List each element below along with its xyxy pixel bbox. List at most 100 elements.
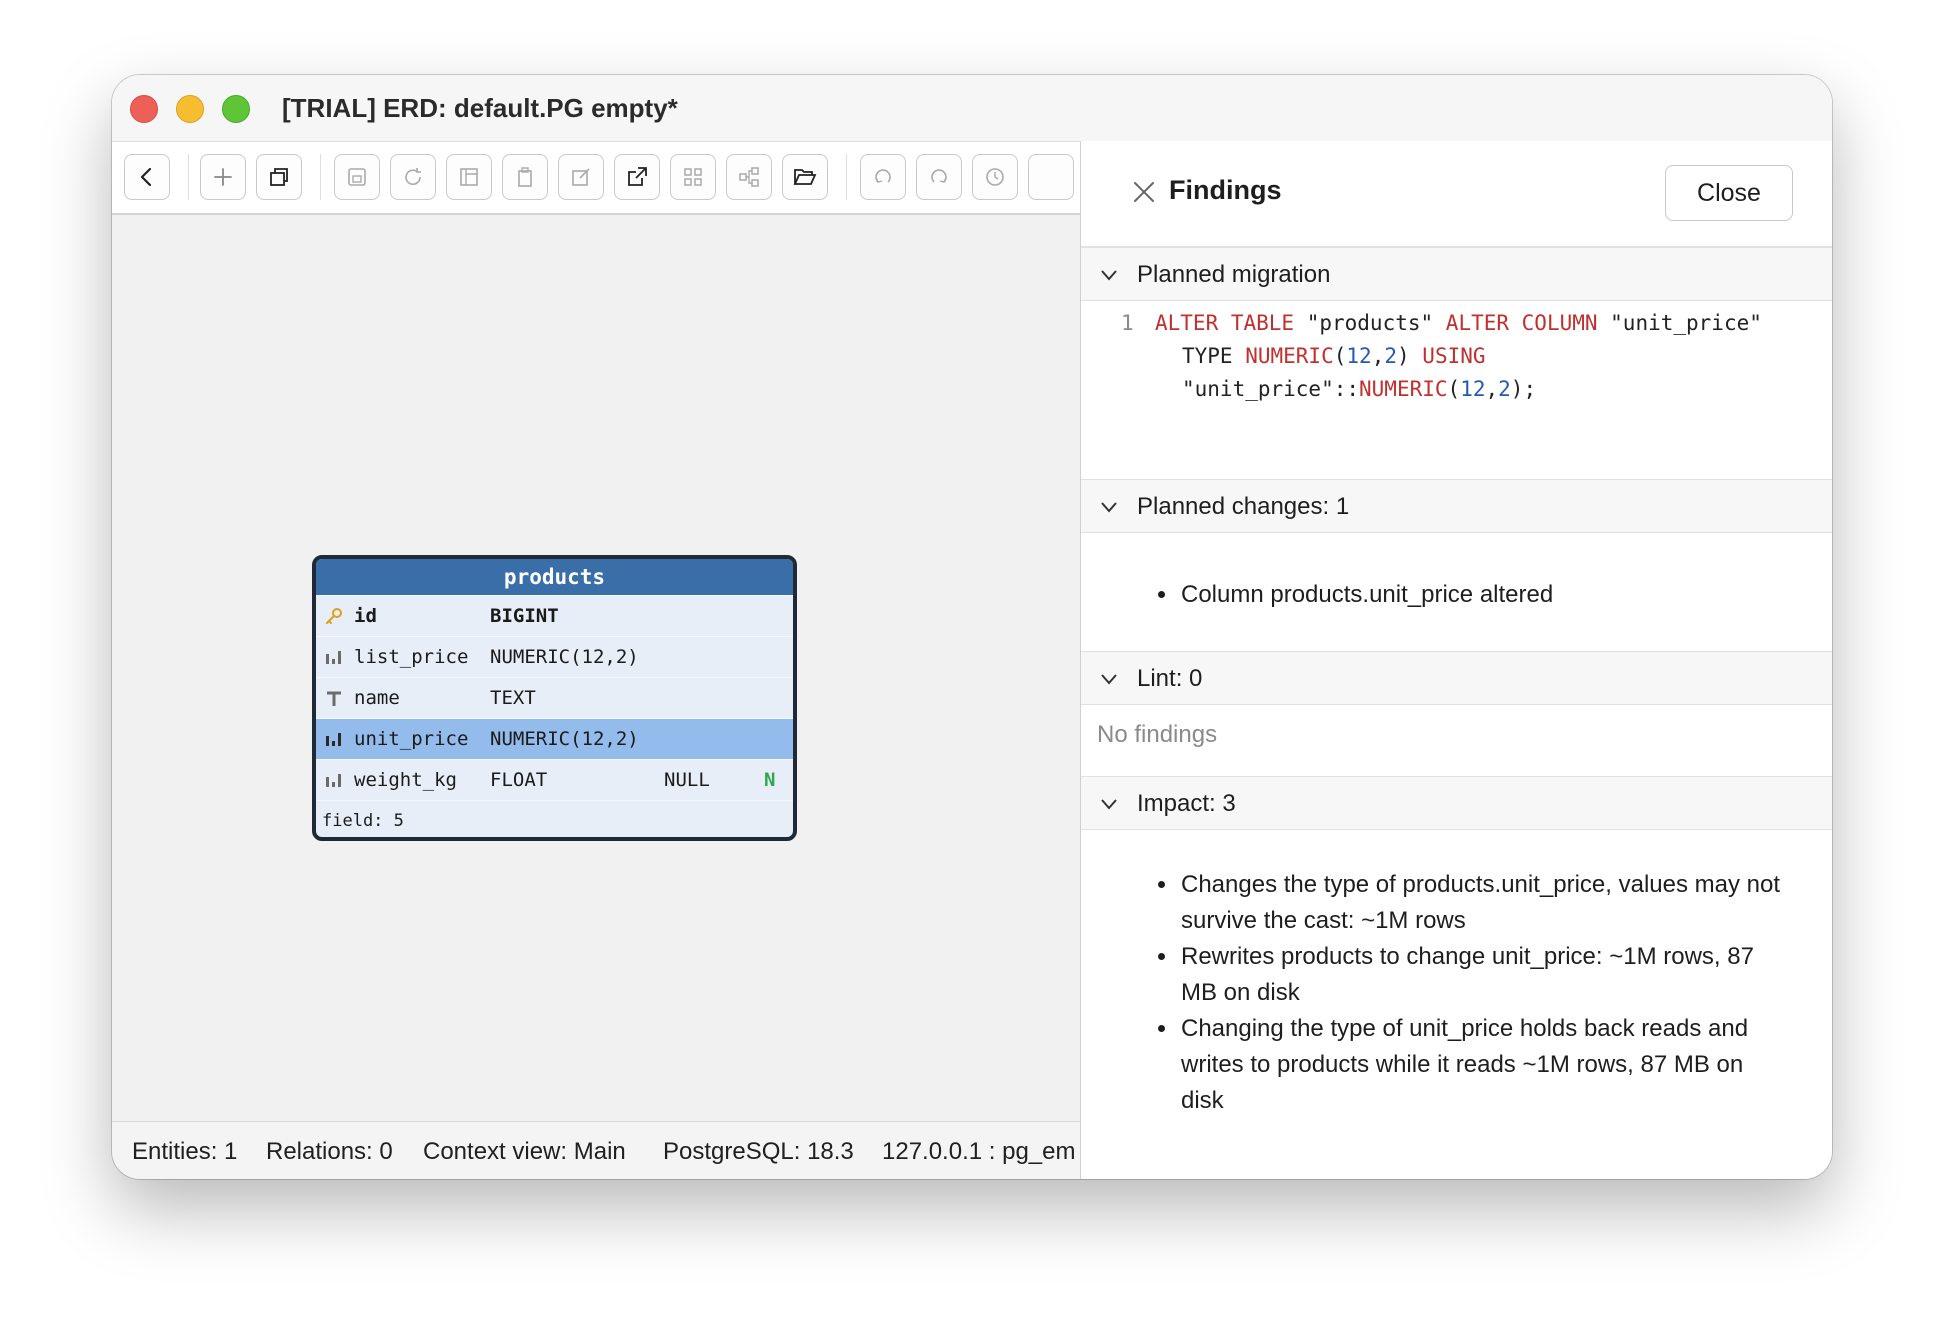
grid-icon: [684, 168, 702, 186]
history-icon: [986, 168, 1004, 186]
close-icon[interactable]: [1131, 179, 1157, 205]
line-number: 1: [1121, 311, 1134, 335]
entity-products[interactable]: products id BIGINT list_price NUMERIC(12…: [312, 555, 797, 841]
entity-field-row[interactable]: weight_kg FLOAT NULL N: [316, 759, 793, 800]
sql-text: TYPE: [1182, 344, 1246, 368]
copy-window-icon: [270, 168, 288, 186]
relations-count: Relations: 0: [266, 1138, 393, 1165]
minimize-window-button[interactable]: [176, 95, 204, 123]
external-link-icon: [628, 167, 647, 186]
layout-button[interactable]: [446, 154, 492, 200]
sql-line: ALTER TABLE "products" ALTER COLUMN "uni…: [1155, 307, 1762, 340]
folder-open-icon: [793, 169, 817, 185]
entity-field-row-selected[interactable]: unit_price NUMERIC(12,2): [316, 718, 793, 759]
history-button[interactable]: [972, 154, 1018, 200]
sql-line: TYPE NUMERIC(12,2) USING: [1182, 340, 1486, 373]
no-findings-text: No findings: [1097, 721, 1218, 748]
more-tools-button[interactable]: [1028, 154, 1074, 200]
planned-changes-header[interactable]: Planned changes: 1: [1081, 479, 1832, 533]
redo-button[interactable]: [916, 154, 962, 200]
impact-header[interactable]: Impact: 3: [1081, 776, 1832, 830]
entity-title: products: [316, 559, 793, 595]
sql-keyword: ALTER COLUMN: [1445, 311, 1598, 335]
window-title: [TRIAL] ERD: default.PG empty*: [282, 93, 678, 123]
refresh-icon: [405, 168, 421, 185]
zoom-window-button[interactable]: [222, 95, 250, 123]
sql-text: "products": [1294, 311, 1446, 335]
entities-count: Entities: 1: [132, 1138, 238, 1165]
field-count: field: 5: [322, 811, 404, 831]
save-button[interactable]: [334, 154, 380, 200]
sql-line: "unit_price"::NUMERIC(12,2);: [1182, 373, 1536, 406]
erd-window: [TRIAL] ERD: default.PG empty* products …: [112, 75, 1832, 1179]
back-button[interactable]: [124, 154, 170, 200]
diagram-button[interactable]: [726, 154, 772, 200]
close-button[interactable]: Close: [1665, 165, 1793, 221]
list-item: Column products.unit_price altered: [1179, 577, 1832, 613]
refresh-button[interactable]: [390, 154, 436, 200]
back-icon: [140, 167, 152, 187]
close-window-button[interactable]: [130, 95, 158, 123]
sql-keyword: NUMERIC: [1359, 377, 1448, 401]
sql-keyword: USING: [1422, 344, 1486, 368]
sql-text: "unit_price": [1597, 311, 1762, 335]
export-button[interactable]: [614, 154, 660, 200]
sql-text: (: [1447, 377, 1461, 401]
list-item: Changing the type of unit_price holds ba…: [1179, 1011, 1781, 1119]
entity-field-row[interactable]: list_price NUMERIC(12,2): [316, 636, 793, 677]
chevron-down-icon: [1101, 502, 1117, 513]
text-type-icon: [327, 691, 341, 706]
planned-changes-list: Column products.unit_price altered: [1081, 577, 1832, 613]
undo-icon: [875, 169, 891, 183]
sql-text: (: [1333, 344, 1347, 368]
clipboard-icon: [518, 167, 532, 187]
save-icon: [348, 168, 366, 186]
connection-info: 127.0.0.1 : pg_em: [882, 1138, 1076, 1165]
undo-button[interactable]: [860, 154, 906, 200]
chevron-down-icon: [1101, 270, 1117, 281]
sql-number: 12: [1346, 344, 1372, 368]
findings-header: Findings Close: [1081, 141, 1832, 247]
nullable-label: NULL: [664, 769, 710, 791]
layout-icon: [460, 168, 478, 186]
numeric-icon: [326, 651, 341, 664]
key-icon: [326, 608, 342, 624]
chevron-down-icon: [1101, 674, 1117, 685]
numeric-icon: [326, 733, 341, 746]
entity-field-row[interactable]: id BIGINT: [316, 595, 793, 636]
sql-keyword: NUMERIC: [1245, 344, 1334, 368]
chevron-down-icon: [1101, 799, 1117, 810]
nullable-flag: N: [764, 769, 776, 791]
copy-window-button[interactable]: [256, 154, 302, 200]
sql-text: "unit_price"::: [1182, 377, 1360, 401]
db-version: PostgreSQL: 18.3: [663, 1138, 854, 1165]
entity-field-row[interactable]: name TEXT: [316, 677, 793, 718]
sql-number: 12: [1460, 377, 1486, 401]
add-entity-button[interactable]: [200, 154, 246, 200]
sql-number: 2: [1498, 377, 1511, 401]
sql-text: ,: [1371, 344, 1385, 368]
open-button[interactable]: [782, 154, 828, 200]
lint-header[interactable]: Lint: 0: [1081, 651, 1832, 705]
sql-number: 2: [1384, 344, 1397, 368]
sql-text: );: [1510, 377, 1537, 401]
status-bar: Entities: 1 Relations: 0 Context view: M…: [112, 1121, 1080, 1179]
edit-icon: [572, 168, 590, 186]
redo-icon: [931, 169, 947, 183]
numeric-icon: [326, 774, 341, 787]
title-bar: [TRIAL] ERD: default.PG empty*: [112, 75, 1832, 141]
edit-button[interactable]: [558, 154, 604, 200]
erd-canvas[interactable]: products id BIGINT list_price NUMERIC(12…: [112, 215, 1080, 1121]
add-icon: [214, 168, 232, 186]
diagram-icon: [739, 167, 759, 187]
clipboard-button[interactable]: [502, 154, 548, 200]
impact-list: Changes the type of products.unit_price,…: [1081, 867, 1781, 1119]
findings-panel: Findings Close Planned migration 1 ALTER…: [1080, 141, 1832, 1179]
context-view[interactable]: Context view: Main: [423, 1138, 626, 1166]
list-item: Changes the type of products.unit_price,…: [1179, 867, 1781, 939]
grid-button[interactable]: [670, 154, 716, 200]
planned-migration-header[interactable]: Planned migration: [1081, 247, 1832, 301]
erd-toolbar: [112, 141, 1080, 215]
sql-text: ,: [1485, 377, 1499, 401]
sql-keyword: ALTER TABLE: [1155, 311, 1295, 335]
